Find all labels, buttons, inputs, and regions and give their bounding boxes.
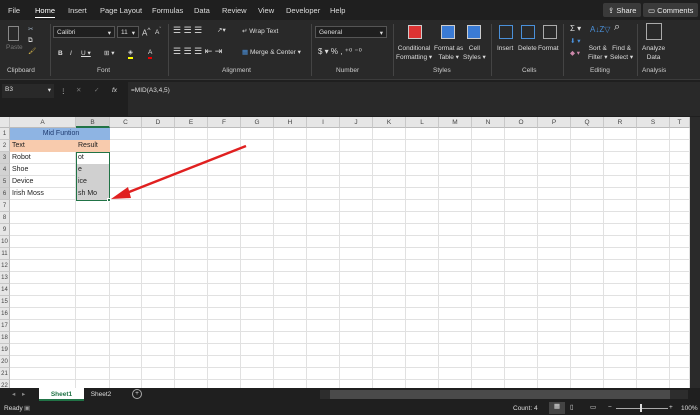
page-layout-view-icon[interactable]: ▯: [570, 403, 574, 412]
sheet-tab-sheet1[interactable]: Sheet1: [39, 388, 84, 401]
horizontal-scrollbar[interactable]: [320, 390, 688, 399]
zoom-out-icon[interactable]: −: [608, 403, 612, 412]
sheet-tab-bar: ◂ ▸ Sheet1 Sheet2 +: [0, 388, 700, 401]
page-break-view-icon[interactable]: ▭: [590, 403, 596, 412]
status-ready: Ready: [4, 405, 23, 412]
zoom-level: 100%: [681, 405, 698, 412]
macro-record-icon[interactable]: ▣: [24, 404, 30, 413]
annotation-arrow: [111, 144, 247, 199]
next-sheet-icon[interactable]: ▸: [22, 390, 25, 399]
arrow-head: [111, 187, 131, 199]
scrollbar-thumb[interactable]: [330, 390, 670, 399]
normal-view-icon[interactable]: ▦: [549, 402, 565, 414]
arrow-shaft: [123, 144, 247, 196]
zoom-in-icon[interactable]: +: [669, 403, 673, 412]
sheet-tab-sheet2[interactable]: Sheet2: [86, 390, 116, 399]
add-sheet-icon[interactable]: +: [132, 389, 142, 399]
zoom-slider-thumb[interactable]: [640, 404, 642, 412]
status-count: Count: 4: [513, 405, 538, 412]
status-bar: Ready ▣ Count: 4 ▦ ▯ ▭ − + 100%: [0, 401, 700, 415]
prev-sheet-icon[interactable]: ◂: [12, 390, 15, 399]
zoom-slider[interactable]: [616, 408, 668, 409]
